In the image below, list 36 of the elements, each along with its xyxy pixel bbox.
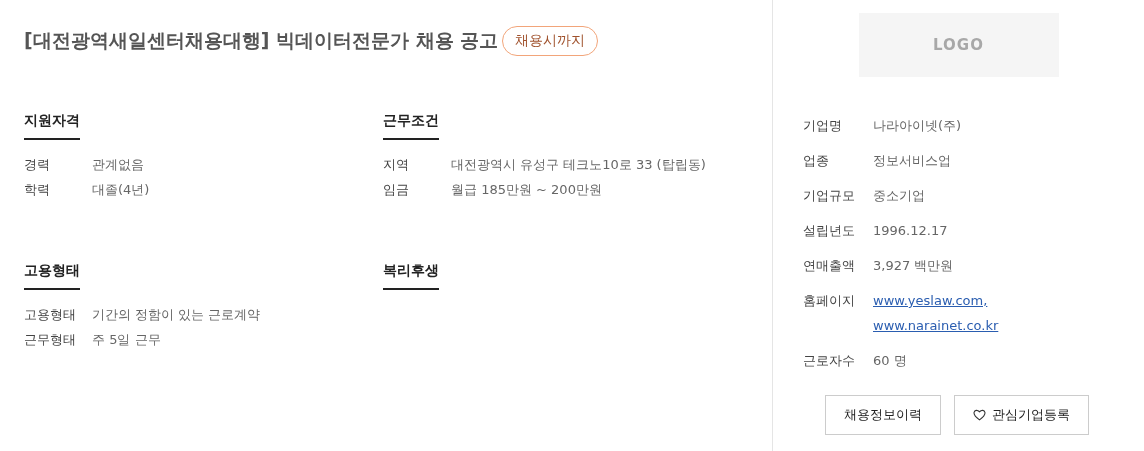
favorite-company-button[interactable]: 관심기업등록 [954,395,1089,435]
info-value: 60 명 [873,352,907,370]
heart-icon [973,409,986,421]
info-label: 연매출액 [803,257,856,275]
section-heading: 복리후생 [383,262,439,290]
section-heading: 근무조건 [383,112,439,140]
field-label: 고용형태 [24,306,77,324]
info-label: 업종 [803,152,830,170]
field-value: 월급 185만원 ~ 200만원 [451,181,602,199]
info-value: 정보서비스업 [873,152,951,170]
info-label: 설립년도 [803,222,856,240]
field-value: 대전광역시 유성구 테크노10로 33 (탑립동) [451,156,706,174]
homepage-link[interactable]: www.yeslaw.com, [873,288,999,313]
field-label: 근무형태 [24,331,77,349]
field-label: 임금 [383,181,410,199]
logo-text: LOGO [933,36,984,54]
field-label: 학력 [24,181,51,199]
field-label: 경력 [24,156,51,174]
section-heading: 지원자격 [24,112,80,140]
field-value: 기간의 정함이 있는 근로계약 [92,306,261,324]
info-label: 근로자수 [803,352,856,370]
homepage-link[interactable]: www.narainet.co.kr [873,313,999,338]
field-value: 관계없음 [92,156,144,174]
section-heading: 고용형태 [24,262,80,290]
info-label: 홈페이지 [803,292,856,310]
field-value: 주 5일 근무 [92,331,161,349]
job-title: [대전광역새일센터채용대행] 빅데이터전문가 채용 공고 [24,28,499,53]
field-value: 대졸(4년) [92,181,150,199]
info-value: 1996.12.17 [873,222,948,240]
info-value: 3,927 백만원 [873,257,954,275]
info-value: 중소기업 [873,187,925,205]
field-label: 지역 [383,156,410,174]
job-history-button[interactable]: 채용정보이력 [825,395,941,435]
info-label: 기업명 [803,117,843,135]
info-value: 나라아이넷(주) [873,117,962,135]
info-label: 기업규모 [803,187,856,205]
